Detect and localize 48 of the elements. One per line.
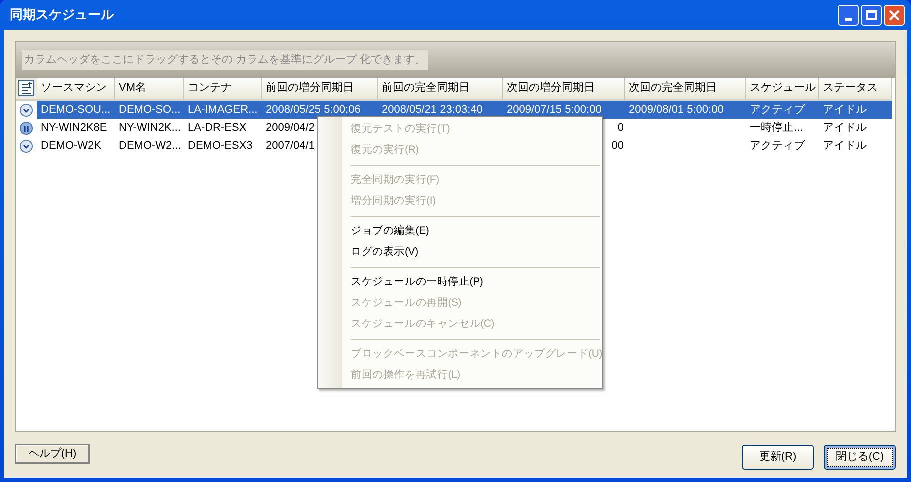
column-header[interactable]: ステータス [819,78,892,101]
table-cell-text: NY-WIN2K... [119,120,181,136]
table-cell-text: アイドル [823,138,867,154]
table-cell-text: 2008/05/25 5:00:06 [266,102,361,118]
column-header[interactable]: コンテナ [184,78,262,101]
column-header[interactable]: 次回の完全同期日 [625,78,746,101]
table-cell-text: 0 [618,120,624,136]
table-cell-text: LA-DR-ESX [188,120,247,136]
paused-status-icon [20,122,33,134]
window-title: 同期スケジュール [10,6,116,24]
table-cell-text: DEMO-W2... [119,138,182,154]
minimize-button[interactable] [838,4,859,26]
close-button[interactable] [884,4,905,26]
dialog-button[interactable]: ヘルプ(H) [15,444,90,464]
table-cell-text: NY-WIN2K8E [41,120,108,136]
table-cell-text: 2009/04/2 [266,120,315,136]
table-cell-text: DEMO-W2K [41,138,102,154]
column-header[interactable]: ソースマシン [37,78,115,101]
table-cell-text: 一時停止... [750,120,804,136]
table-cell-text: アイドル [823,102,867,118]
column-header[interactable]: 前回の増分同期日 [262,78,378,101]
menu-item[interactable]: ログの表示(V) [351,242,600,263]
dialog-button[interactable]: 更新(R) [742,445,814,470]
column-header[interactable]: VM名 [115,78,184,101]
table-cell-text: LA-IMAGER... [188,102,258,118]
column-header[interactable]: 前回の完全同期日 [378,78,503,101]
chevron-down-icon [20,140,33,152]
dialog-button[interactable]: 閉じる(C) [824,445,896,470]
chevron-down-icon [20,104,33,116]
menu-item[interactable]: ジョブの編集(E) [351,221,600,242]
table-cell-text: DEMO-SO... [119,102,181,118]
table-cell-text: 2007/04/1 [266,138,315,154]
group-by-hint: カラムヘッダをここにドラッグするとその カラムを基準にグループ 化できます。 [22,50,428,70]
table-cell-text: DEMO-ESX3 [188,138,253,154]
column-header[interactable]: 次回の増分同期日 [503,78,625,101]
table-cell-text: アクティブ [750,102,805,118]
table-cell-text: DEMO-SOU... [41,102,111,118]
table-cell-text: 00 [612,138,624,154]
close-icon [889,10,900,20]
table-cell-text: 2009/08/01 5:00:00 [629,102,724,118]
maximize-button[interactable] [861,4,882,26]
table-cell-text: 2009/07/15 5:00:00 [507,102,602,118]
table-cell-text: アイドル [823,120,867,136]
table-cell-text: 2008/05/21 23:03:40 [382,102,483,118]
table-cell-text: アクティブ [750,138,805,154]
column-chooser-icon[interactable] [18,80,35,97]
column-header[interactable]: スケジュール [746,78,819,101]
menu-item[interactable]: スケジュールの一時停止(P) [351,272,600,293]
